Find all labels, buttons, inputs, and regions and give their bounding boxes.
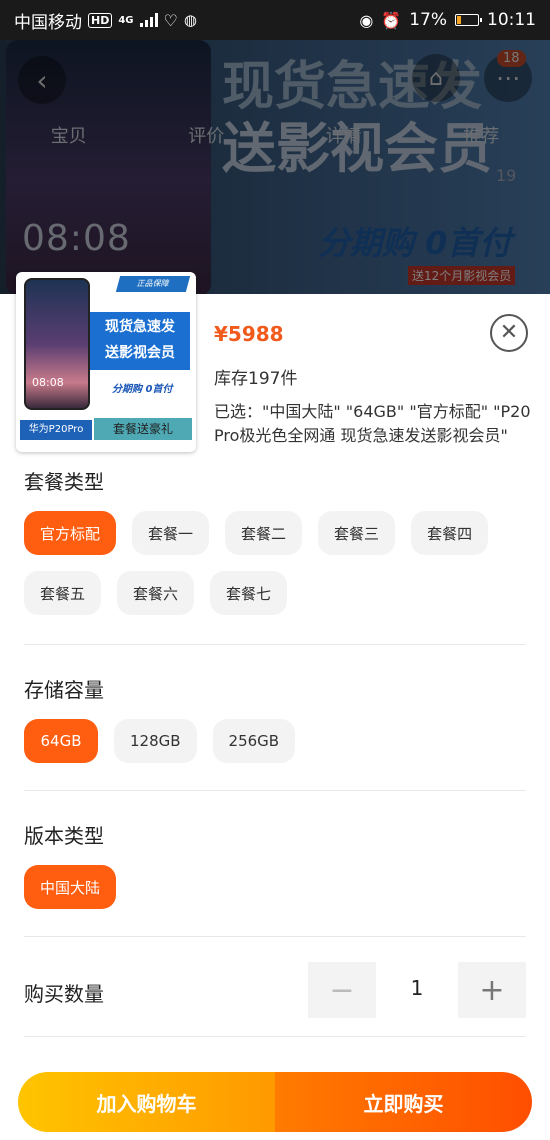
package-type-options: 官方标配 套餐一 套餐二 套餐三 套餐四 套餐五 套餐六 套餐七	[24, 511, 526, 615]
status-left: 中国移动 HD 4G ♡ ◍	[14, 8, 197, 33]
thumbnail-promo-line1: 现货急速发	[105, 319, 175, 335]
divider	[24, 1036, 526, 1037]
option-package-official[interactable]: 官方标配	[24, 511, 117, 555]
close-button[interactable]: ✕	[490, 314, 528, 352]
option-package-1[interactable]: 套餐一	[132, 511, 210, 555]
version-title: 版本类型	[24, 824, 104, 848]
option-storage-256gb[interactable]: 256GB	[212, 719, 296, 763]
option-package-3[interactable]: 套餐三	[318, 511, 396, 555]
divider	[24, 790, 526, 791]
option-package-4[interactable]: 套餐四	[411, 511, 489, 555]
action-bar: 加入购物车 立即购买	[18, 1072, 532, 1132]
version-options: 中国大陆	[24, 865, 526, 909]
package-type-title: 套餐类型	[24, 470, 104, 494]
minus-icon: −	[329, 972, 355, 1008]
option-package-7[interactable]: 套餐七	[210, 571, 288, 615]
version-section: 版本类型 中国大陆	[24, 820, 526, 909]
selected-options-summary: 已选："中国大陆" "64GB" "官方标配" "P20 Pro极光色全网通 现…	[214, 402, 531, 445]
quantity-decrement-button[interactable]: −	[308, 962, 376, 1018]
sku-selector-sheet: 08:08 正品保障 现货急速发 送影视会员 分期购 0首付 华为P20Pro …	[0, 272, 550, 1140]
alarm-icon: ⏰	[381, 10, 402, 30]
hd-icon: HD	[88, 12, 113, 28]
option-package-5[interactable]: 套餐五	[24, 571, 102, 615]
divider	[24, 644, 526, 645]
status-bar: 中国移动 HD 4G ♡ ◍ ◉ ⏰ 17% 10:11	[0, 0, 550, 40]
option-storage-128gb[interactable]: 128GB	[114, 719, 197, 763]
product-price: ¥5988	[214, 322, 284, 346]
quantity-label: 购买数量	[24, 982, 104, 1006]
thumbnail-zero-down: 分期购 0首付	[112, 384, 173, 395]
option-version-mainland[interactable]: 中国大陆	[24, 865, 117, 909]
wechat-icon: ◍	[183, 11, 197, 29]
thumbnail-phone-image: 08:08	[24, 278, 90, 410]
thumbnail-gift-label: 套餐送豪礼	[94, 418, 192, 440]
overlay-dim[interactable]	[0, 40, 550, 296]
option-storage-64gb[interactable]: 64GB	[24, 719, 98, 763]
carrier-label: 中国移动	[14, 12, 82, 33]
storage-options: 64GB 128GB 256GB	[24, 719, 526, 763]
close-icon: ✕	[499, 320, 519, 345]
storage-section: 存储容量 64GB 128GB 256GB	[24, 674, 526, 763]
option-package-6[interactable]: 套餐六	[117, 571, 195, 615]
status-right: ◉ ⏰ 17% 10:11	[359, 10, 536, 30]
quantity-increment-button[interactable]: +	[458, 962, 526, 1018]
eye-icon: ◉	[359, 10, 374, 30]
product-thumbnail: 08:08 正品保障 现货急速发 送影视会员 分期购 0首付 华为P20Pro …	[16, 272, 196, 452]
storage-title: 存储容量	[24, 678, 104, 702]
package-type-section: 套餐类型 官方标配 套餐一 套餐二 套餐三 套餐四 套餐五 套餐六 套餐七	[24, 466, 526, 615]
battery-icon	[455, 14, 482, 26]
thumbnail-promo-line2: 送影视会员	[105, 345, 175, 361]
divider	[24, 936, 526, 937]
signal-icon	[139, 13, 158, 27]
clock: 10:11	[487, 10, 536, 30]
battery-percent: 17%	[409, 10, 447, 30]
thumbnail-promo-box: 现货急速发 送影视会员	[90, 312, 190, 370]
option-package-2[interactable]: 套餐二	[225, 511, 303, 555]
stock-count: 库存197件	[214, 369, 298, 389]
buy-now-button[interactable]: 立即购买	[275, 1072, 532, 1132]
add-to-cart-button[interactable]: 加入购物车	[18, 1072, 275, 1132]
plus-icon: +	[479, 972, 505, 1008]
thumbnail-model-label: 华为P20Pro	[20, 420, 92, 440]
thumbnail-phone-time: 08:08	[32, 376, 64, 389]
thumbnail-artwork: 08:08 正品保障 现货急速发 送影视会员 分期购 0首付 华为P20Pro …	[20, 276, 192, 448]
thumbnail-guarantee-tag: 正品保障	[115, 276, 191, 292]
network-type: 4G	[118, 14, 134, 26]
quantity-value[interactable]: 1	[386, 976, 448, 1000]
heartbeat-icon: ♡	[163, 10, 178, 30]
